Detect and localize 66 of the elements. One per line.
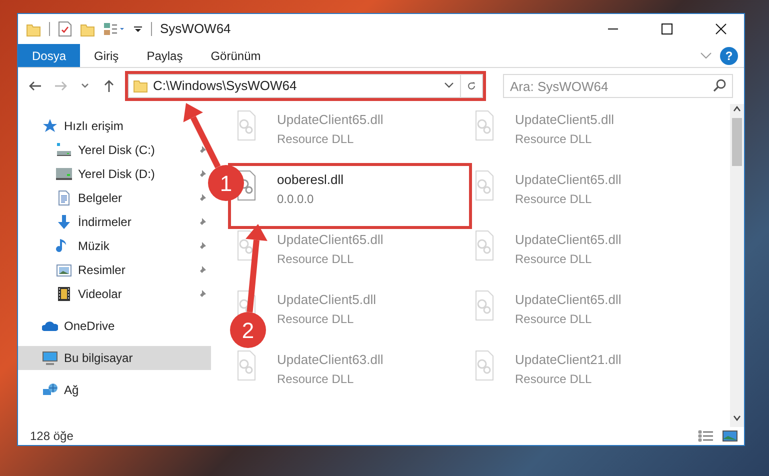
ribbon-tab[interactable]: Görünüm <box>196 44 275 67</box>
sidebar-item[interactable]: Bu bilgisayar <box>18 346 211 370</box>
window-title: SysWOW64 <box>160 20 231 38</box>
sidebar-item[interactable]: Belgeler <box>18 186 211 210</box>
file-description: Resource DLL <box>515 370 593 388</box>
address-bar[interactable]: C:\Windows\SysWOW64 <box>128 74 483 98</box>
scroll-down-icon[interactable] <box>732 413 742 423</box>
dll-file-icon <box>235 350 257 382</box>
file-description: Resource DLL <box>277 130 355 148</box>
sidebar-item[interactable]: Resimler <box>18 258 211 282</box>
chevron-down-icon[interactable] <box>444 82 454 90</box>
ribbon-tab[interactable]: Paylaş <box>132 44 197 67</box>
star-icon <box>42 118 58 134</box>
file-description: Resource DLL <box>515 310 593 328</box>
ribbon-tab[interactable]: Giriş <box>80 44 133 67</box>
refresh-icon <box>467 80 476 92</box>
scroll-up-icon[interactable] <box>732 104 742 114</box>
customize-icon[interactable] <box>103 22 125 36</box>
arrow <box>183 103 221 168</box>
file-description: 0.0.0.0 <box>277 190 315 208</box>
properties-icon[interactable] <box>58 21 72 37</box>
sidebar-item[interactable]: Yerel Disk (C:) <box>18 138 211 162</box>
large-icons-view-icon[interactable] <box>722 430 738 442</box>
sidebar-item[interactable]: Videolar <box>18 282 211 306</box>
globe-icon <box>42 382 58 398</box>
sidebar-item[interactable]: OneDrive <box>18 314 211 338</box>
monitor-icon <box>42 350 58 366</box>
document-icon <box>56 190 72 206</box>
search-icon <box>713 79 726 92</box>
file-description: Resource DLL <box>515 250 593 268</box>
file-description: Resource DLL <box>277 250 355 268</box>
file-description: Resource DLL <box>277 370 355 388</box>
up-icon <box>102 79 116 93</box>
maximize-icon <box>661 23 673 35</box>
scrollbar[interactable] <box>730 104 744 427</box>
sidebar-item[interactable]: Müzik <box>18 234 211 258</box>
help-button[interactable]: ? <box>720 46 738 64</box>
dll-file-icon <box>473 110 495 142</box>
file-description: Resource DLL <box>515 190 593 208</box>
sidebar-item[interactable]: İndirmeler <box>18 210 211 234</box>
forward-icon <box>54 79 68 93</box>
dll-file-icon <box>473 230 495 262</box>
sidebar-item[interactable]: Ağ <box>18 378 211 402</box>
item-count: 128 öğe <box>30 428 74 445</box>
details-view-icon[interactable] <box>698 430 714 442</box>
dll-file-icon <box>473 170 495 202</box>
film-icon <box>56 286 72 302</box>
dropdown-icon[interactable] <box>133 24 143 34</box>
close-icon <box>715 23 727 35</box>
picture-icon <box>56 262 72 278</box>
search-field[interactable]: Ara: SysWOW64 <box>503 74 733 98</box>
sidebar-item[interactable]: Yerel Disk (D:) <box>18 162 211 186</box>
scroll-thumb[interactable] <box>732 118 742 166</box>
dll-file-icon <box>235 110 257 142</box>
drive-icon <box>56 166 72 182</box>
file-name: ooberesl.dll <box>277 171 344 189</box>
sidebar-item[interactable]: Hızlı erişim <box>18 114 211 138</box>
dll-file-icon <box>473 350 495 382</box>
back-icon <box>28 79 42 93</box>
dll-file-icon <box>473 290 495 322</box>
download-icon <box>56 214 72 230</box>
folder-icon <box>133 78 149 94</box>
drive-icon <box>56 142 72 158</box>
file-description: Resource DLL <box>515 130 593 148</box>
file-description: Resource DLL <box>277 310 355 328</box>
ribbon-tab[interactable]: Dosya <box>18 44 80 67</box>
